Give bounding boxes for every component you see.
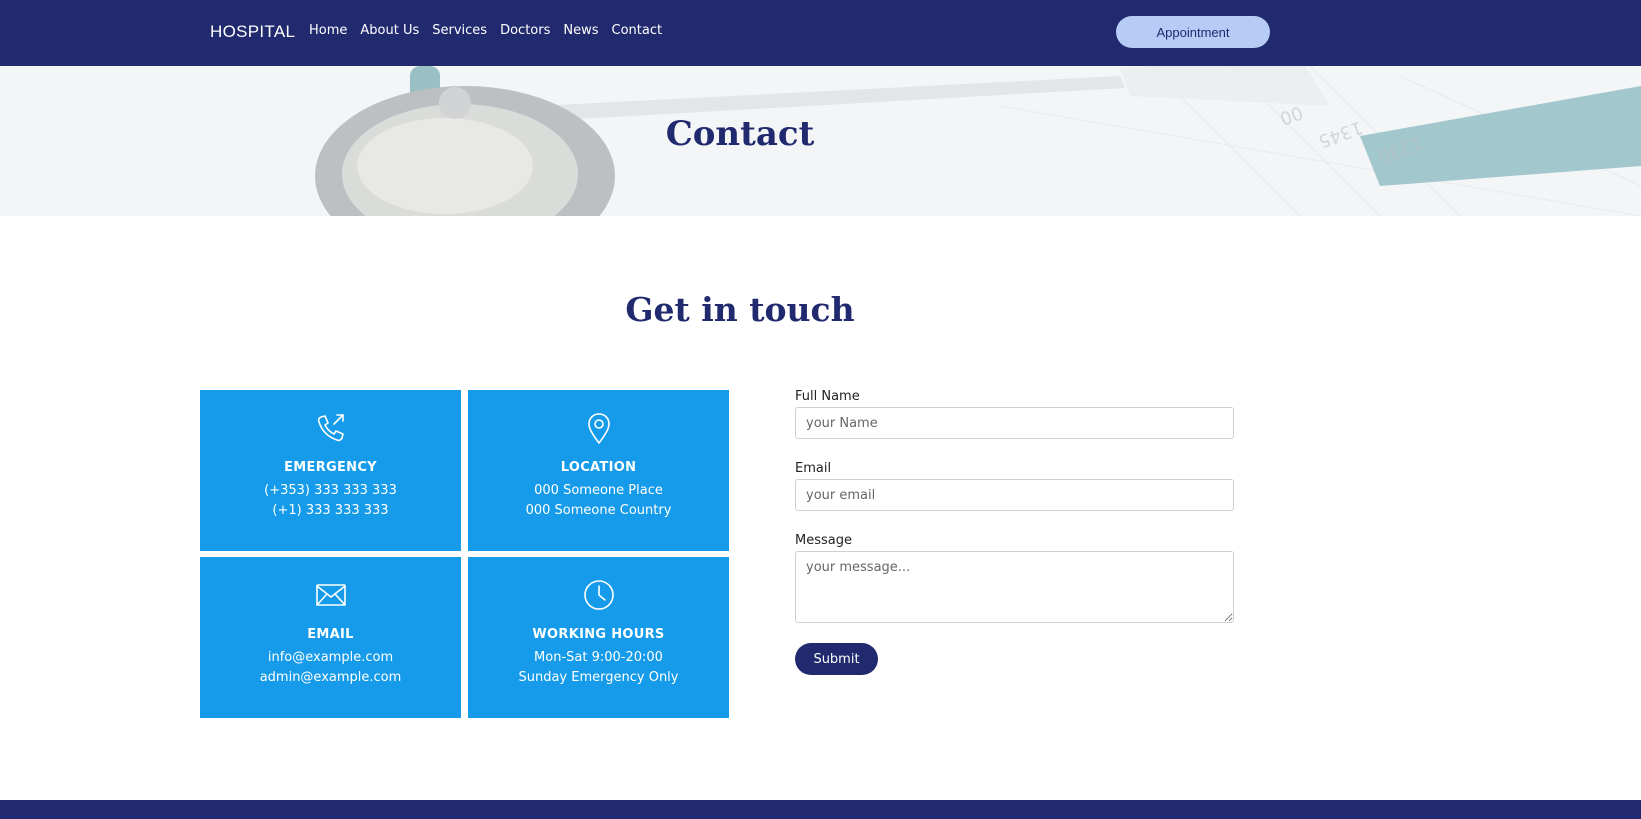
card-label: EMERGENCY: [284, 460, 377, 475]
section-title: Get in touch: [625, 290, 855, 329]
card-label: EMAIL: [307, 627, 354, 642]
nav-link-doctors[interactable]: Doctors: [500, 23, 550, 38]
nav-link-about-us[interactable]: About Us: [360, 23, 419, 38]
card-line: Sunday Emergency Only: [518, 670, 679, 685]
card-label: WORKING HOURS: [532, 627, 665, 642]
email-label: Email: [795, 461, 832, 476]
brand-logo[interactable]: HOSPITAL: [210, 22, 295, 42]
card-line: (+1) 333 333 333: [272, 503, 389, 518]
email-card: EMAIL info@example.com admin@example.com: [200, 557, 461, 718]
nav-link-services[interactable]: Services: [432, 23, 487, 38]
nav-link-news[interactable]: News: [563, 23, 598, 38]
location-card: LOCATION 000 Someone Place 000 Someone C…: [468, 390, 729, 551]
email-input[interactable]: [795, 479, 1234, 511]
card-label: LOCATION: [560, 460, 637, 475]
nav-link-contact[interactable]: Contact: [612, 23, 663, 38]
card-line: (+353) 333 333 333: [264, 483, 397, 498]
card-line: 000 Someone Place: [534, 483, 663, 498]
working-hours-card: WORKING HOURS Mon-Sat 9:00-20:00 Sunday …: [468, 557, 729, 718]
submit-button[interactable]: Submit: [795, 643, 878, 675]
top-navbar: HOSPITAL Home About Us Services Doctors …: [0, 0, 1641, 66]
page-title: Contact: [665, 114, 815, 154]
card-line: Mon-Sat 9:00-20:00: [534, 650, 663, 665]
message-textarea[interactable]: [795, 551, 1234, 623]
envelope-icon: [315, 584, 346, 606]
card-line: info@example.com: [267, 650, 394, 665]
main-nav: Home About Us Services Doctors News Cont…: [309, 23, 662, 38]
hero-banner: 00 1345 1230 Contact: [0, 66, 1641, 216]
card-line: admin@example.com: [259, 670, 402, 685]
full-name-label: Full Name: [795, 389, 860, 404]
emergency-card: EMERGENCY (+353) 333 333 333 (+1) 333 33…: [200, 390, 461, 551]
phone-icon: [317, 414, 344, 442]
location-pin-icon: [587, 413, 610, 444]
full-name-input[interactable]: [795, 407, 1234, 439]
nav-link-home[interactable]: Home: [309, 23, 347, 38]
clock-icon: [583, 580, 614, 610]
card-line: 000 Someone Country: [525, 503, 672, 518]
message-label: Message: [795, 533, 852, 548]
appointment-button[interactable]: Appointment: [1116, 16, 1270, 48]
footer-bar: [0, 800, 1641, 819]
